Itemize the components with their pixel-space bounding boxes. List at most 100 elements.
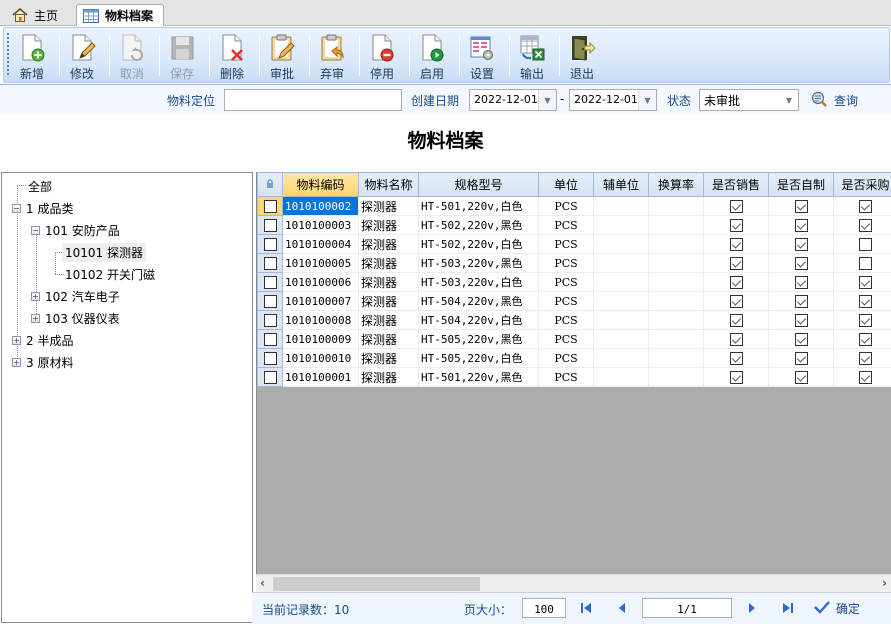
table-row[interactable]: 1010100010 探测器 HT-505,220v,白色 PCS [257,348,891,368]
expand-icon[interactable]: + [31,313,40,323]
code-cell[interactable]: 1010100010 [282,348,359,368]
purchase-checkbox[interactable] [859,238,872,251]
self-made-cell[interactable] [768,291,834,311]
column-header-sale[interactable]: 是否销售 [703,172,769,197]
sale-checkbox[interactable] [729,276,743,289]
aux-unit-cell[interactable] [593,348,649,368]
spec-cell[interactable]: HT-505,220v,黑色 [418,329,539,349]
table-row[interactable]: 1010100006 探测器 HT-503,220v,白色 PCS [257,272,891,292]
page-size-input[interactable] [522,598,566,618]
code-cell[interactable]: 1010100003 [282,215,359,235]
tree-node-all[interactable]: 全部 [25,176,55,196]
table-row[interactable]: 1010100008 探测器 HT-504,220v,白色 PCS [257,310,891,330]
self-made-checkbox[interactable] [794,219,808,232]
row-select-cell[interactable] [257,291,283,311]
table-row[interactable]: 1010100002 探测器 HT-501,220v,白色 PCS [257,196,891,216]
self-made-checkbox[interactable] [794,238,808,251]
row-checkbox[interactable] [263,314,277,327]
purchase-cell[interactable] [833,253,891,273]
aux-unit-cell[interactable] [593,367,649,387]
lock-column-header[interactable] [257,172,283,197]
sale-checkbox[interactable] [729,314,743,327]
row-checkbox[interactable] [263,238,277,251]
row-checkbox[interactable] [263,276,277,289]
exit-button[interactable]: 退出 [557,28,607,82]
table-row[interactable]: 1010100003 探测器 HT-502,220v,黑色 PCS [257,215,891,235]
self-made-checkbox[interactable] [794,200,808,213]
column-header-name[interactable]: 物料名称 [358,172,419,197]
expand-icon[interactable]: + [31,291,40,301]
sale-checkbox[interactable] [729,200,743,213]
aux-unit-cell[interactable] [593,310,649,330]
purchase-checkbox[interactable] [859,352,872,365]
unit-cell[interactable]: PCS [538,234,594,254]
self-made-checkbox[interactable] [794,314,808,327]
row-select-cell[interactable] [257,310,283,330]
last-page-icon[interactable] [782,602,794,614]
purchase-cell[interactable] [833,348,891,368]
purchase-cell[interactable] [833,272,891,292]
column-header-purchase[interactable]: 是否采购 [833,172,891,197]
self-made-cell[interactable] [768,196,834,216]
self-made-cell[interactable] [768,329,834,349]
date-from-dropdown-icon[interactable]: ▼ [538,90,556,110]
rate-cell[interactable] [648,291,704,311]
save-button[interactable]: 保存 [157,28,207,82]
disable-button[interactable]: 停用 [357,28,407,82]
row-checkbox[interactable] [263,257,277,270]
collapse-icon[interactable]: − [12,203,21,213]
purchase-cell[interactable] [833,367,891,387]
table-row[interactable]: 1010100009 探测器 HT-505,220v,黑色 PCS [257,329,891,349]
sale-cell[interactable] [703,310,769,330]
expand-icon[interactable]: + [12,335,21,345]
table-row[interactable]: 1010100004 探测器 HT-502,220v,白色 PCS [257,234,891,254]
purchase-checkbox[interactable] [859,257,872,270]
purchase-cell[interactable] [833,310,891,330]
purchase-cell[interactable] [833,329,891,349]
purchase-checkbox[interactable] [859,314,872,327]
unit-cell[interactable]: PCS [538,253,594,273]
table-row[interactable]: 1010100007 探测器 HT-504,220v,黑色 PCS [257,291,891,311]
column-header-code[interactable]: 物料编码 [282,172,359,197]
aux-unit-cell[interactable] [593,215,649,235]
row-select-cell[interactable] [257,215,283,235]
self-made-cell[interactable] [768,367,834,387]
unit-cell[interactable]: PCS [538,215,594,235]
rate-cell[interactable] [648,329,704,349]
name-cell[interactable]: 探测器 [358,291,419,311]
tree-node-auto-electronics[interactable]: + 102 汽车电子 [31,286,123,306]
row-select-cell[interactable] [257,253,283,273]
rate-cell[interactable] [648,272,704,292]
tree-node-raw-materials[interactable]: + 3 原材料 [12,352,76,372]
row-checkbox[interactable] [263,352,277,365]
prev-page-icon[interactable] [616,602,628,614]
purchase-cell[interactable] [833,196,891,216]
tab-material-archive[interactable]: 物料档案 [76,4,164,26]
tree-node-security-products[interactable]: − 101 安防产品 [31,220,123,240]
purchase-checkbox[interactable] [859,276,872,289]
column-header-unit[interactable]: 单位 [538,172,594,197]
rate-cell[interactable] [648,196,704,216]
next-page-icon[interactable] [746,602,758,614]
column-header-spec[interactable]: 规格型号 [418,172,539,197]
purchase-cell[interactable] [833,291,891,311]
code-cell[interactable]: 1010100009 [282,329,359,349]
self-made-cell[interactable] [768,234,834,254]
name-cell[interactable]: 探测器 [358,329,419,349]
unit-cell[interactable]: PCS [538,196,594,216]
sale-checkbox[interactable] [729,257,743,270]
edit-button[interactable]: 修改 [57,28,107,82]
unit-cell[interactable]: PCS [538,310,594,330]
spec-cell[interactable]: HT-504,220v,黑色 [418,291,539,311]
aux-unit-cell[interactable] [593,234,649,254]
scroll-right-icon[interactable]: › [882,576,887,590]
sale-checkbox[interactable] [729,238,743,251]
name-cell[interactable]: 探测器 [358,253,419,273]
search-button[interactable]: 查询 [811,90,858,110]
self-made-checkbox[interactable] [794,295,808,308]
sale-checkbox[interactable] [729,352,743,365]
self-made-cell[interactable] [768,215,834,235]
spec-cell[interactable]: HT-505,220v,白色 [418,348,539,368]
name-cell[interactable]: 探测器 [358,348,419,368]
spec-cell[interactable]: HT-503,220v,黑色 [418,253,539,273]
